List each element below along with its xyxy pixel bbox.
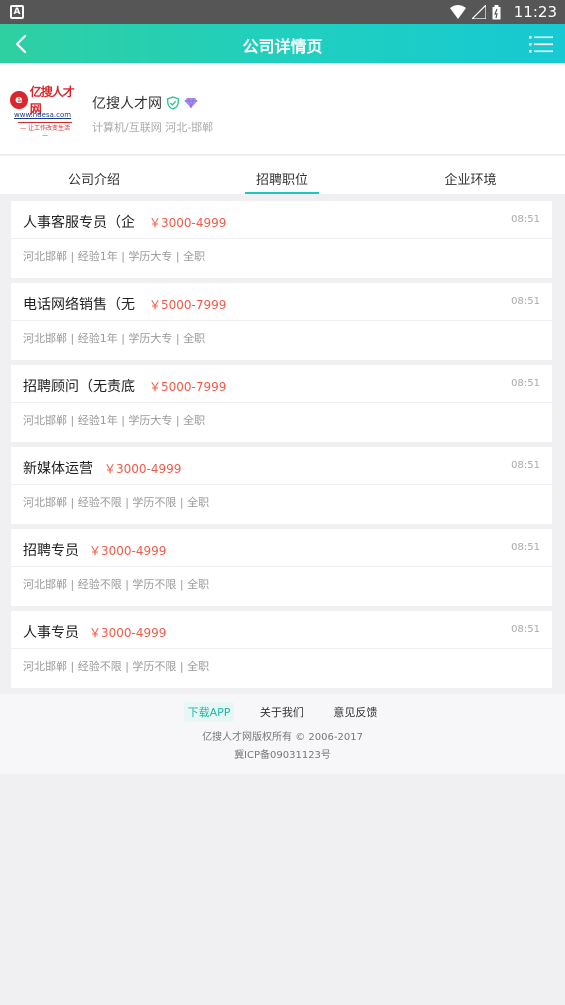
footer: 下载APP 关于我们 意见反馈 亿搜人才网版权所有 © 2006-2017 冀I… [0,694,565,774]
status-icons [450,4,501,20]
copyright: 亿搜人才网版权所有 © 2006-2017 [202,732,363,743]
tab-bar: 公司介绍 招聘职位 企业环境 [0,156,565,194]
active-tab-indicator [245,192,319,194]
company-logo: e 亿搜人才网 www.hdesa.com — 让工作改变生活 — [10,85,84,139]
job-title: 招聘专员 [23,543,79,559]
verified-shield-icon [166,96,180,110]
icp-license: 冀ICP备09031123号 [234,750,331,761]
job-time: 08:51 [511,460,540,471]
page-title: 公司详情页 [242,37,323,56]
company-name: 亿搜人才网 [92,96,162,112]
logo-slogan: — 让工作改变生活 — [18,122,72,139]
company-header: e 亿搜人才网 www.hdesa.com — 让工作改变生活 — 亿搜人才网 … [0,63,565,155]
job-time: 08:51 [511,378,540,389]
about-us-link[interactable]: 关于我们 [256,702,308,722]
job-meta: 河北邯郸 | 经验1年 | 学历大专 | 全职 [23,414,206,427]
battery-icon [492,4,501,19]
company-category: 计算机/互联网 河北-邯郸 [92,121,214,134]
job-title: 招聘顾问（无责底 [23,379,135,395]
clock: 11:23 [513,3,557,21]
list-menu-icon[interactable] [529,34,553,54]
job-card[interactable]: 人事客服专员（企 ￥3000-4999 08:51 河北邯郸 | 经验1年 | … [11,201,552,278]
job-meta: 河北邯郸 | 经验不限 | 学历不限 | 全职 [23,496,210,509]
job-card[interactable]: 人事专员 ￥3000-4999 08:51 河北邯郸 | 经验不限 | 学历不限… [11,611,552,688]
job-title: 人事专员 [23,625,79,641]
diamond-icon [184,97,198,109]
job-salary: ￥3000-4999 [89,626,167,640]
job-title: 人事客服专员（企 [23,215,135,231]
job-card[interactable]: 电话网络销售（无 ￥5000-7999 08:51 河北邯郸 | 经验1年 | … [11,283,552,360]
job-title: 新媒体运营 [23,461,93,477]
job-time: 08:51 [511,542,540,553]
job-time: 08:51 [511,624,540,635]
header-bar: 公司详情页 [0,24,565,63]
status-bar: A 11:23 [0,0,565,24]
tab-job-openings[interactable]: 招聘职位 [188,169,376,194]
job-salary: ￥5000-7999 [149,380,227,394]
signal-icon [472,5,486,19]
tab-company-environment[interactable]: 企业环境 [376,169,565,188]
job-meta: 河北邯郸 | 经验1年 | 学历大专 | 全职 [23,250,206,263]
job-title: 电话网络销售（无 [23,297,135,313]
logo-mark: e [10,91,28,109]
job-salary: ￥3000-4999 [89,544,167,558]
job-meta: 河北邯郸 | 经验不限 | 学历不限 | 全职 [23,660,210,673]
job-meta: 河北邯郸 | 经验不限 | 学历不限 | 全职 [23,578,210,591]
app-notification-icon: A [10,5,24,19]
job-card[interactable]: 招聘顾问（无责底 ￥5000-7999 08:51 河北邯郸 | 经验1年 | … [11,365,552,442]
job-card[interactable]: 招聘专员 ￥3000-4999 08:51 河北邯郸 | 经验不限 | 学历不限… [11,529,552,606]
download-app-link[interactable]: 下载APP [183,702,235,722]
tab-company-intro[interactable]: 公司介绍 [0,169,188,188]
wifi-icon [450,5,466,19]
job-time: 08:51 [511,214,540,225]
job-meta: 河北邯郸 | 经验1年 | 学历大专 | 全职 [23,332,206,345]
job-salary: ￥5000-7999 [149,298,227,312]
job-salary: ￥3000-4999 [104,462,182,476]
feedback-link[interactable]: 意见反馈 [329,702,381,722]
job-time: 08:51 [511,296,540,307]
job-salary: ￥3000-4999 [149,216,227,230]
job-card[interactable]: 新媒体运营 ￥3000-4999 08:51 河北邯郸 | 经验不限 | 学历不… [11,447,552,524]
